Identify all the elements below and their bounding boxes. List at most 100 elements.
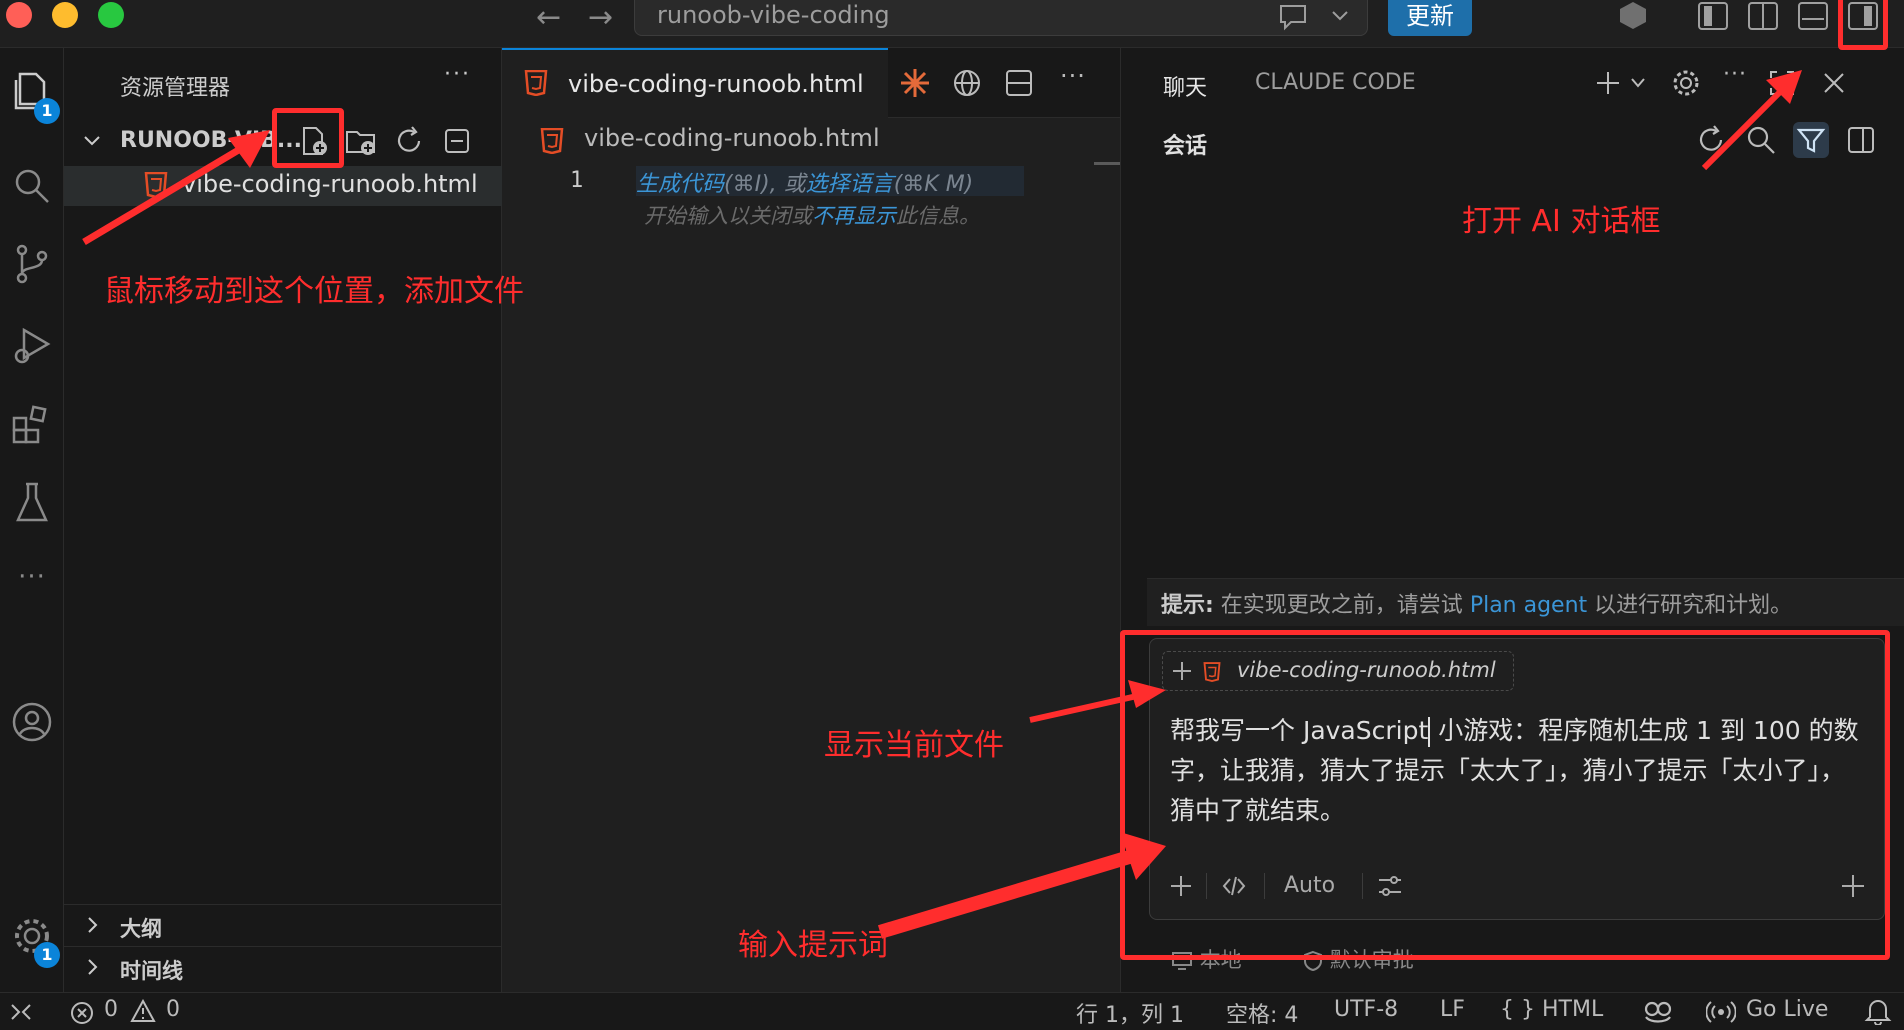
dont-show-again-link[interactable]: 不再显示: [812, 204, 896, 228]
annotation-box-ai-toggle: [1838, 0, 1888, 50]
file-item-label: vibe-coding-runoob.html: [182, 170, 478, 198]
toggle-panel-icon[interactable]: [1798, 2, 1828, 30]
explorer-badge: 1: [34, 98, 60, 124]
tab-claude-code[interactable]: CLAUDE CODE: [1255, 70, 1416, 95]
refresh-icon[interactable]: [392, 124, 426, 158]
tab-label: vibe-coding-runoob.html: [568, 70, 864, 98]
chat-tip: 提示: 在实现更改之前，请尝试 Plan agent 以进行研究和计划。: [1147, 578, 1904, 626]
forward-arrow-icon[interactable]: →: [588, 0, 613, 35]
html5-file-icon: [540, 128, 564, 154]
tab-vibe-coding-runoob[interactable]: vibe-coding-runoob.html: [502, 48, 888, 118]
chevron-down-icon[interactable]: [1329, 6, 1351, 26]
indentation[interactable]: 空格: 4: [1226, 997, 1298, 1029]
activity-bar: 1 ··· 1: [0, 48, 64, 992]
new-folder-icon[interactable]: [344, 124, 378, 158]
filter-icon[interactable]: [1793, 122, 1829, 158]
timeline-label: 时间线: [120, 959, 183, 983]
sessions-label: 会话: [1163, 134, 1208, 159]
tab-chat[interactable]: 聊天: [1163, 70, 1207, 102]
toggle-primary-sidebar-icon[interactable]: [1698, 2, 1728, 30]
split-editor-icon[interactable]: [1002, 66, 1036, 100]
warning-icon[interactable]: [130, 999, 156, 1023]
line-ending[interactable]: LF: [1440, 997, 1465, 1022]
command-center-search[interactable]: runoob-vibe-coding: [634, 0, 1368, 36]
maximize-icon[interactable]: [1767, 68, 1797, 98]
language-mode[interactable]: { } HTML: [1500, 997, 1603, 1022]
language-shortcut: (⌘K M): [893, 172, 974, 196]
close-icon[interactable]: [1821, 70, 1847, 96]
minimize-window-button[interactable]: [52, 2, 78, 28]
notifications-bell-icon[interactable]: [1864, 997, 1892, 1025]
annotation-enter-prompt: 输入提示词: [738, 928, 888, 963]
refresh-icon[interactable]: [1693, 122, 1729, 158]
chevron-down-icon: [84, 136, 100, 146]
error-count[interactable]: 0: [104, 997, 118, 1022]
outline-label: 大纲: [120, 917, 162, 941]
editor-more-actions[interactable]: ···: [1056, 62, 1090, 96]
timeline-section[interactable]: 时间线: [64, 946, 502, 988]
plan-agent-link[interactable]: Plan agent: [1470, 593, 1587, 618]
update-button[interactable]: 更新: [1388, 0, 1472, 36]
account-icon[interactable]: [10, 700, 54, 744]
html5-file-icon: [524, 70, 548, 96]
encoding[interactable]: UTF-8: [1334, 997, 1398, 1022]
explorer-more-actions[interactable]: ···: [444, 62, 471, 87]
explorer-title: 资源管理器: [120, 76, 231, 101]
run-debug-icon[interactable]: [10, 324, 54, 368]
overview-ruler-marker: [1094, 162, 1120, 165]
tip-text-b: 以进行研究和计划。: [1587, 593, 1793, 618]
workspace-title: runoob-vibe-coding: [657, 1, 890, 29]
chevron-right-icon: [88, 917, 98, 933]
file-item[interactable]: vibe-coding-runoob.html: [64, 166, 502, 206]
annotation-add-file: 鼠标移动到这个位置，添加文件: [104, 274, 524, 309]
breadcrumb-file: vibe-coding-runoob.html: [584, 124, 880, 152]
search-icon[interactable]: [10, 164, 54, 208]
tip-text-a: 在实现更改之前，请尝试: [1213, 593, 1470, 618]
back-arrow-icon[interactable]: ←: [536, 0, 561, 35]
line-number: 1: [570, 168, 584, 193]
collapse-all-icon[interactable]: [440, 124, 474, 158]
annotation-box-chat-input: [1120, 630, 1890, 960]
hint-text-a: 开始输入以关闭或: [644, 204, 812, 228]
go-live-button[interactable]: Go Live: [1746, 997, 1828, 1022]
zoom-window-button[interactable]: [98, 2, 124, 28]
claude-sparkle-icon[interactable]: [898, 66, 932, 100]
source-control-icon[interactable]: [10, 242, 54, 286]
settings-badge: 1: [34, 942, 60, 968]
chat-more-actions[interactable]: ···: [1723, 62, 1747, 87]
chat-icon[interactable]: [1277, 2, 1309, 32]
customize-layout-icon[interactable]: [1748, 2, 1778, 30]
outline-section[interactable]: 大纲: [64, 904, 502, 946]
testing-flask-icon[interactable]: [10, 480, 54, 524]
generate-code-link[interactable]: 生成代码: [636, 172, 724, 196]
extensions-icon[interactable]: [10, 402, 54, 446]
editor-hint-line2: 开始输入以关闭或不再显示此信息。: [644, 200, 980, 230]
annotation-box-new-file: [272, 108, 344, 168]
copilot-icon[interactable]: [1616, 0, 1650, 30]
tip-prefix: 提示:: [1161, 593, 1214, 618]
chevron-right-icon: [88, 959, 98, 975]
editor-hint-line1: 生成代码(⌘I), 或选择语言(⌘K M): [636, 166, 1024, 196]
warning-count[interactable]: 0: [166, 997, 180, 1022]
search-icon[interactable]: [1743, 122, 1779, 158]
remote-indicator-icon[interactable]: [8, 1001, 34, 1023]
annotation-open-ai: 打开 AI 对话框: [1462, 204, 1661, 239]
cursor-position[interactable]: 行 1，列 1: [1076, 997, 1184, 1029]
new-chat-plus-icon[interactable]: [1593, 68, 1623, 98]
html5-file-icon: [144, 172, 168, 198]
chevron-down-icon[interactable]: [1629, 76, 1647, 90]
toggle-sessions-panel-icon[interactable]: [1843, 122, 1879, 158]
chat-settings-gear-icon[interactable]: [1671, 68, 1701, 98]
editor-tab-bar: vibe-coding-runoob.html ···: [502, 48, 1120, 118]
title-bar: ← → runoob-vibe-coding 更新: [0, 0, 1904, 48]
status-bar: 0 0 行 1，列 1 空格: 4 UTF-8 LF { } HTML Go L…: [0, 992, 1904, 1030]
globe-preview-icon[interactable]: [950, 66, 984, 100]
hint-text-b: 此信息。: [896, 204, 980, 228]
close-window-button[interactable]: [6, 2, 32, 28]
select-language-link[interactable]: 选择语言: [806, 172, 894, 196]
broadcast-icon[interactable]: [1706, 999, 1736, 1025]
copilot-status-icon[interactable]: [1642, 997, 1674, 1025]
annotation-show-file: 显示当前文件: [824, 728, 1004, 763]
more-views-icon[interactable]: ···: [10, 562, 54, 606]
error-icon[interactable]: [70, 1001, 94, 1025]
